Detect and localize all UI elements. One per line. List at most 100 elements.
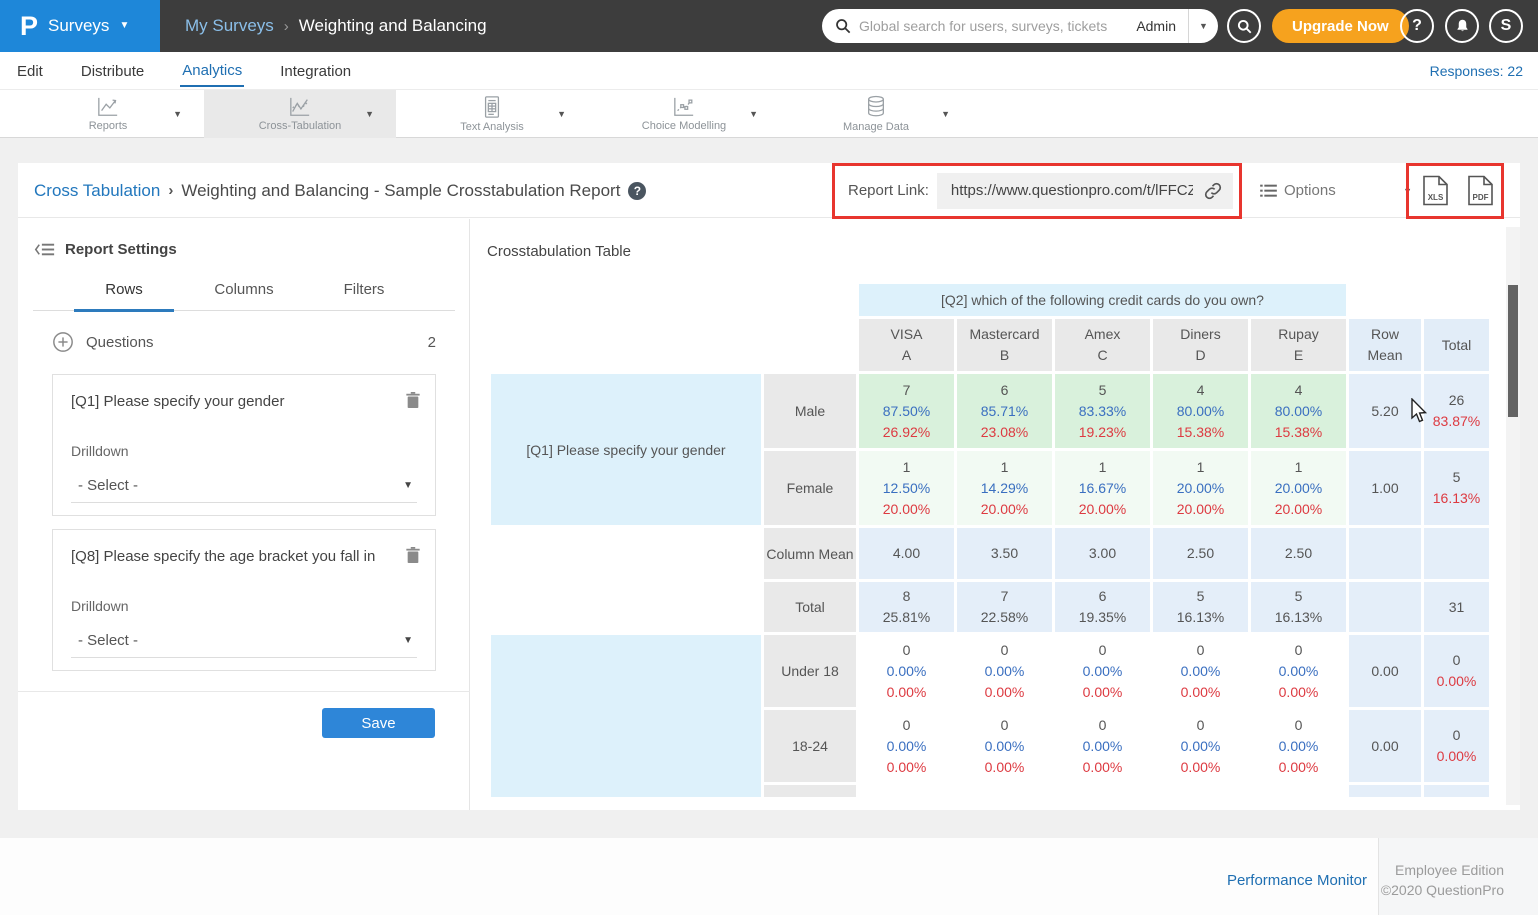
tab-manage-data[interactable]: Manage Data ▼ <box>780 90 972 138</box>
question-card-q8: [Q8] Please specify the age bracket you … <box>52 529 436 671</box>
data-cell: 00.00%0.00% <box>859 635 954 707</box>
page-title: Weighting and Balancing - Sample Crossta… <box>181 181 620 201</box>
data-cell: 00.00%0.00% <box>1055 710 1150 782</box>
data-cell <box>1251 785 1346 797</box>
data-cell: 00.00%0.00% <box>1251 710 1346 782</box>
row-mean-cell: 5.20 <box>1349 374 1421 448</box>
question-card-q1: [Q1] Please specify your gender Drilldow… <box>52 374 436 516</box>
question-text: [Q8] Please specify the age bracket you … <box>71 548 391 565</box>
report-link-field[interactable]: https://www.questionpro.com/t/lFFCZg <box>937 173 1233 209</box>
row-header <box>764 785 856 797</box>
row-mean-cell <box>1349 582 1421 632</box>
menu-integration[interactable]: Integration <box>278 55 353 86</box>
data-cell: 00.00%0.00% <box>957 635 1052 707</box>
report-link-group: Report Link: https://www.questionpro.com… <box>848 163 1233 218</box>
crosstab-region: Crosstabulation Table [Q2] which of the … <box>470 219 1520 810</box>
upgrade-now-button[interactable]: Upgrade Now <box>1272 9 1409 43</box>
bell-icon <box>1455 18 1470 34</box>
responses-count[interactable]: Responses: 22 <box>1430 63 1523 79</box>
crosstab-title: Crosstabulation Table <box>487 243 631 260</box>
chevron-down-icon[interactable]: ▼ <box>1188 9 1218 43</box>
questions-count: 2 <box>428 334 436 351</box>
data-cell: 00.00%0.00% <box>1251 635 1346 707</box>
global-search: Admin ▼ <box>822 9 1218 43</box>
report-settings-panel: Report Settings Rows Columns Filters Que… <box>18 219 470 810</box>
search-scope-admin[interactable]: Admin <box>1124 9 1188 43</box>
chevron-down-icon[interactable]: ▼ <box>173 109 182 119</box>
surveys-menu-button[interactable]: P Surveys ▼ <box>0 0 160 52</box>
data-cell: 825.81% <box>859 582 954 632</box>
options-dropdown[interactable]: Options ▼ <box>1260 163 1412 218</box>
data-cell <box>1055 785 1150 797</box>
cross-tabulation-link[interactable]: Cross Tabulation <box>34 181 160 201</box>
chevron-down-icon[interactable]: ▼ <box>749 109 758 119</box>
chevron-down-icon[interactable]: ▼ <box>557 109 566 119</box>
tab-filters[interactable]: Filters <box>304 281 424 310</box>
search-input[interactable] <box>851 18 1124 34</box>
table-row: Under 1800.00%0.00%00.00%0.00%00.00%0.00… <box>491 635 1489 707</box>
drilldown-select[interactable]: - Select - ▼ <box>71 624 417 658</box>
menu-distribute[interactable]: Distribute <box>79 55 146 86</box>
row-header: 18-24 <box>764 710 856 782</box>
row-mean-cell <box>1349 528 1421 579</box>
notifications-button[interactable] <box>1445 9 1479 43</box>
table-row: Column Mean4.003.503.002.502.50 <box>491 528 1489 579</box>
crosstab-cell <box>491 284 856 316</box>
report-settings-toggle[interactable]: Report Settings <box>34 241 177 258</box>
report-link-url[interactable]: https://www.questionpro.com/t/lFFCZg <box>937 182 1193 199</box>
chevron-down-icon[interactable]: ▼ <box>1403 186 1412 196</box>
help-icon[interactable]: ? <box>628 182 646 200</box>
tab-reports[interactable]: Reports ▼ <box>12 90 204 138</box>
breadcrumb-current: Weighting and Balancing <box>299 16 487 36</box>
breadcrumb-my-surveys[interactable]: My Surveys <box>185 16 274 36</box>
trash-icon[interactable] <box>405 391 421 409</box>
chevron-down-icon[interactable]: ▼ <box>941 109 950 119</box>
edition-panel: Employee Edition ©2020 QuestionPro <box>1378 838 1538 915</box>
tab-cross-tabulation[interactable]: Cross-Tabulation ▼ <box>204 90 396 138</box>
scrollbar-track[interactable] <box>1506 227 1520 805</box>
link-icon[interactable] <box>1203 181 1223 201</box>
tab-columns[interactable]: Columns <box>184 281 304 310</box>
chevron-down-icon: ▼ <box>403 635 417 646</box>
data-cell: 00.00%0.00% <box>1153 710 1248 782</box>
crosstab-table: [Q2] which of the following credit cards… <box>488 281 1492 800</box>
column-header: VISAA <box>859 319 954 371</box>
report-breadcrumb: Cross Tabulation › Weighting and Balanci… <box>34 163 646 218</box>
trash-icon[interactable] <box>405 546 421 564</box>
topbar: P Surveys ▼ My Surveys › Weighting and B… <box>0 0 1538 52</box>
tab-text-analysis[interactable]: Text Analysis ▼ <box>396 90 588 138</box>
row-mean-cell: 0.00 <box>1349 710 1421 782</box>
total-cell <box>1424 785 1489 797</box>
tab-choice-modelling[interactable]: Choice Modelling ▼ <box>588 90 780 138</box>
report-body: Report Settings Rows Columns Filters Que… <box>18 219 1520 810</box>
search-button[interactable] <box>1227 9 1261 43</box>
performance-monitor-link[interactable]: Performance Monitor <box>1227 872 1367 889</box>
copyright-label: ©2020 QuestionPro <box>1379 880 1504 900</box>
total-cell: 31 <box>1424 582 1489 632</box>
scrollbar-thumb[interactable] <box>1508 285 1518 417</box>
crosstab-cell <box>491 528 761 579</box>
save-button[interactable]: Save <box>322 708 435 738</box>
row-question-label <box>491 635 761 797</box>
search-icon <box>835 18 851 34</box>
drilldown-select[interactable]: - Select - ▼ <box>71 469 417 503</box>
chevron-down-icon[interactable]: ▼ <box>365 109 374 119</box>
options-list-icon <box>1260 183 1277 198</box>
choice-modelling-icon <box>672 96 696 118</box>
user-avatar[interactable]: S <box>1489 9 1523 43</box>
row-mean-cell: 0.00 <box>1349 635 1421 707</box>
data-cell: 00.00%0.00% <box>859 710 954 782</box>
help-button[interactable]: ? <box>1400 9 1434 43</box>
menu-analytics[interactable]: Analytics <box>180 54 244 87</box>
menu-edit[interactable]: Edit <box>15 55 45 86</box>
search-icon <box>1237 19 1252 34</box>
questions-section-header: Questions 2 <box>52 331 436 353</box>
tab-rows[interactable]: Rows <box>64 281 184 310</box>
chevron-down-icon: ▼ <box>403 480 417 491</box>
plus-circle-icon[interactable] <box>52 331 74 353</box>
report-link-label: Report Link: <box>848 182 929 199</box>
xls-export-button[interactable]: XLS <box>1422 175 1449 206</box>
data-cell: 516.13% <box>1153 582 1248 632</box>
pdf-export-button[interactable]: PDF <box>1467 175 1494 206</box>
crosstab-cell <box>491 582 761 632</box>
